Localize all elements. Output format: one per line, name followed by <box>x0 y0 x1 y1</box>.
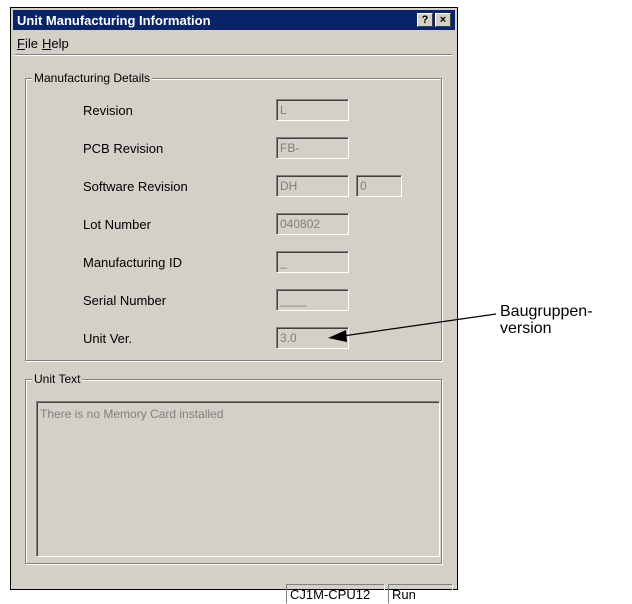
callout-arrow <box>328 313 497 342</box>
annotation-label: Baugruppen- version <box>500 303 593 337</box>
annotation-line-2: version <box>500 320 552 337</box>
annotation-line-1: Baugruppen- <box>500 303 593 320</box>
